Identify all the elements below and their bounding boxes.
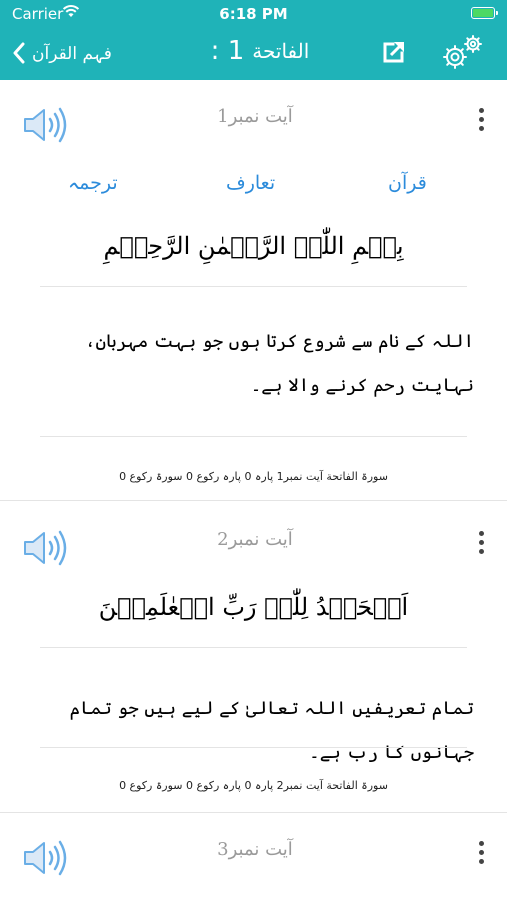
ayah-number-label: آیت نمبر3 [217,839,293,860]
more-vertical-icon[interactable] [477,841,485,867]
ayah-card: آیت نمبر2 اَلۡحَمۡدُ لِلّٰہِ رَبِّ الۡعٰ… [0,501,507,811]
ayah-number-label: آیت نمبر2 [217,529,293,550]
sura-number: : 1 [210,36,245,66]
divider [40,747,467,748]
ayah-card: آیت نمبر1 ترجمہ تعارف قرآن بِسۡمِ اللّٰہ… [0,80,507,500]
battery-icon [471,7,498,19]
urdu-translation: اللہ کے نام سے شروع کرتا ہوں جو بہت مہرب… [85,331,474,396]
more-vertical-icon[interactable] [477,108,485,134]
header-bar: Carrier 6:18 PM فہم القرآن : 1 الفاتحة [0,0,507,80]
divider [40,286,467,287]
urdu-translation: تمام تعریفیں اللہ تعالیٰ کے لیے ہیں جو ت… [69,698,474,763]
more-vertical-icon[interactable] [477,531,485,557]
speaker-icon[interactable] [22,839,70,877]
speaker-icon[interactable] [22,106,70,144]
back-button[interactable]: فہم القرآن [12,38,112,68]
share-icon[interactable] [380,38,408,66]
ayah-meta: سورۃ الفاتحة آیت نمبر2 پارہ 0 پارہ رکوع … [119,779,388,792]
sura-name: الفاتحة [252,39,310,63]
clock-label: 6:18 PM [219,5,288,23]
divider [40,436,467,437]
tab-taaruf[interactable]: تعارف [226,172,275,194]
ayah-meta: سورۃ الفاتحة آیت نمبر1 پارہ 0 پارہ رکوع … [119,470,388,483]
arabic-text: بِسۡمِ اللّٰہِ الرَّحۡمٰنِ الرَّحِیۡمِ [103,232,404,260]
speaker-icon[interactable] [22,529,70,567]
status-bar: Carrier 6:18 PM [0,0,507,28]
divider [40,647,467,648]
tab-quran[interactable]: قرآن [388,172,427,194]
gear-icon[interactable] [440,32,484,72]
content-tabs: ترجمہ تعارف قرآن [0,172,507,202]
tab-tarjama[interactable]: ترجمہ [68,172,118,194]
ayah-card: آیت نمبر3 [0,813,507,900]
page-title: : 1 الفاتحة [180,36,340,66]
ayah-number-label: آیت نمبر1 [217,106,293,127]
navigation-bar: فہم القرآن : 1 الفاتحة [0,28,507,80]
chevron-left-icon [13,42,25,64]
arabic-text: اَلۡحَمۡدُ لِلّٰہِ رَبِّ الۡعٰلَمِیۡنَ [98,593,409,621]
back-label: فہم القرآن [32,43,112,64]
